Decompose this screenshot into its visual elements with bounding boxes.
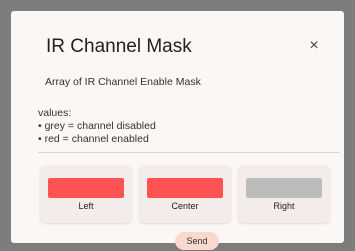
ir-channel-mask-dialog: IR Channel Mask × Array of IR Channel En… xyxy=(11,11,344,250)
dialog-title: IR Channel Mask xyxy=(46,36,192,57)
channel-label-left: Left xyxy=(78,201,94,211)
values-legend: values: • grey = channel disabled • red … xyxy=(38,107,156,146)
channel-card-center[interactable]: Center xyxy=(139,165,231,223)
modal-overlay: IR Channel Mask × Array of IR Channel En… xyxy=(0,0,355,251)
channel-swatch-center[interactable] xyxy=(147,178,223,198)
legend-grey: • grey = channel disabled xyxy=(38,120,156,132)
dialog-subtitle: Array of IR Channel Enable Mask xyxy=(45,76,201,88)
channel-card-left[interactable]: Left xyxy=(40,165,132,223)
divider xyxy=(38,152,340,153)
close-icon[interactable]: × xyxy=(304,36,324,56)
channel-swatch-right[interactable] xyxy=(246,178,322,198)
values-heading: values: xyxy=(38,107,72,119)
channel-swatch-left[interactable] xyxy=(48,178,124,198)
channel-label-center: Center xyxy=(171,201,199,211)
send-button[interactable]: Send xyxy=(175,232,219,250)
channel-label-right: Right xyxy=(273,201,295,211)
channel-card-right[interactable]: Right xyxy=(238,165,330,223)
legend-red: • red = channel enabled xyxy=(38,133,149,145)
